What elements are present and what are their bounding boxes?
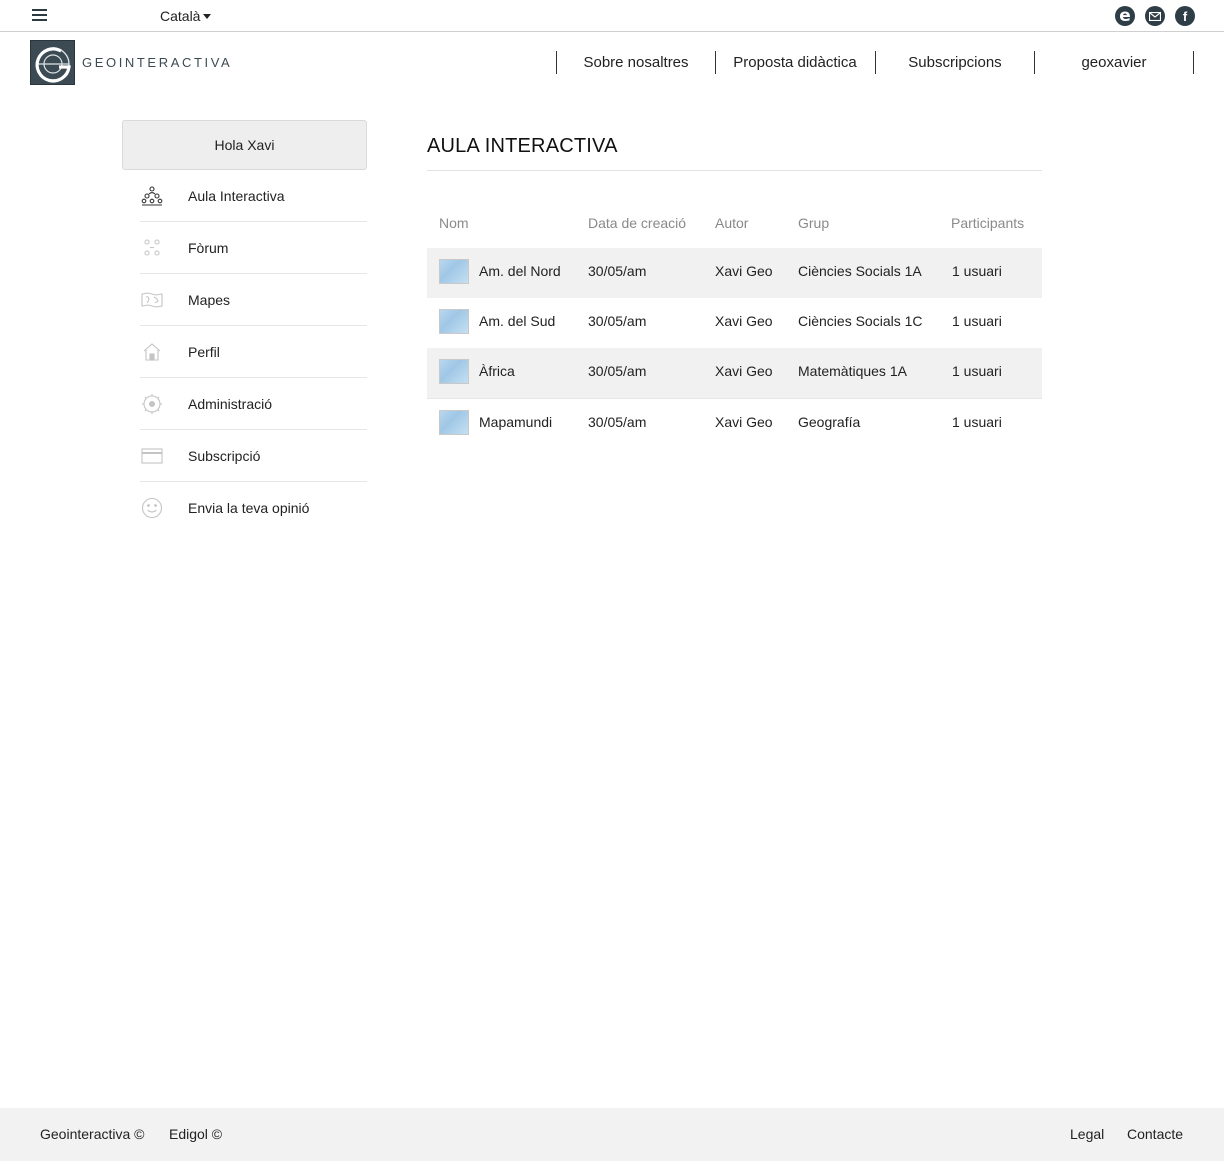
nav-sobre-nosaltres[interactable]: Sobre nosaltres: [557, 54, 715, 71]
sidebar-item-forum[interactable]: Fòrum: [140, 222, 367, 274]
nav-subscripcions[interactable]: Subscripcions: [876, 54, 1034, 71]
home-icon: [140, 340, 164, 364]
table-row[interactable]: Mapamundi 30/05/am Xavi Geo Geografía 1 …: [427, 398, 1042, 448]
column-header-participants[interactable]: Participants: [951, 215, 1024, 231]
column-header-grup[interactable]: Grup: [798, 215, 829, 231]
map-thumbnail: [439, 410, 469, 435]
logo-text: GEOINTERACTIVA: [82, 55, 233, 70]
gear-icon: [140, 392, 164, 416]
map-thumbnail: [439, 259, 469, 284]
table-row[interactable]: Àfrica 30/05/am Xavi Geo Matemàtiques 1A…: [427, 348, 1042, 398]
title-divider: [427, 170, 1042, 171]
sidebar-item-label: Aula Interactiva: [188, 187, 285, 204]
sidebar-item-envia-opinio[interactable]: Envia la teva opinió: [140, 482, 367, 534]
credit-card-icon: [140, 444, 164, 468]
sidebar-item-administracio[interactable]: Administració: [140, 378, 367, 430]
language-label: Català: [160, 8, 201, 24]
footer-contacte-link[interactable]: Contacte: [1127, 1126, 1183, 1142]
row-participants: 1 usuari: [952, 313, 1002, 329]
mail-icon[interactable]: [1145, 6, 1165, 26]
row-group: Geografía: [798, 414, 861, 430]
row-participants: 1 usuari: [952, 414, 1002, 430]
world-map-icon: [140, 288, 164, 312]
facebook-icon[interactable]: f: [1175, 6, 1195, 26]
row-group: Matemàtiques 1A: [798, 363, 907, 379]
sidebar-item-label: Fòrum: [188, 239, 229, 256]
sidebar-item-label: Envia la teva opinió: [188, 500, 310, 516]
greeting-text: Hola Xavi: [214, 137, 275, 153]
row-participants: 1 usuari: [952, 363, 1002, 379]
footer-edigol-link[interactable]: Edigol ©: [169, 1126, 222, 1142]
classroom-icon: [140, 184, 164, 208]
footer-geointeractiva-link[interactable]: Geointeractiva ©: [40, 1126, 144, 1142]
map-thumbnail: [439, 359, 469, 384]
row-author: Xavi Geo: [715, 313, 773, 329]
row-group: Ciències Socials 1C: [798, 313, 923, 329]
sidebar-item-label: Perfil: [188, 343, 220, 360]
forum-icon: [140, 236, 164, 260]
row-name: Àfrica: [479, 363, 515, 379]
row-author: Xavi Geo: [715, 263, 773, 279]
language-selector[interactable]: Català: [160, 8, 212, 24]
brand-logo[interactable]: GEOINTERACTIVA: [30, 40, 232, 85]
sidebar-item-aula-interactiva[interactable]: Aula Interactiva: [140, 170, 367, 222]
smiley-icon: [140, 496, 164, 520]
row-author: Xavi Geo: [715, 363, 773, 379]
row-group: Ciències Socials 1A: [798, 263, 922, 279]
row-name: Mapamundi: [479, 414, 553, 430]
hamburger-menu-icon[interactable]: [32, 9, 47, 22]
row-name: Am. del Nord: [479, 263, 561, 279]
sidebar-item-perfil[interactable]: Perfil: [140, 326, 367, 378]
footer-legal-link[interactable]: Legal: [1070, 1126, 1104, 1142]
footer: Geointeractiva © Edigol © Legal Contacte: [0, 1108, 1224, 1161]
table-row[interactable]: Am. del Nord 30/05/am Xavi Geo Ciències …: [427, 248, 1042, 298]
table-row[interactable]: Am. del Sud 30/05/am Xavi Geo Ciències S…: [427, 298, 1042, 348]
row-date: 30/05/am: [588, 263, 647, 279]
sidebar-item-label: Administració: [188, 395, 273, 412]
sidebar-item-mapes[interactable]: Mapes: [140, 274, 367, 326]
column-header-autor[interactable]: Autor: [715, 215, 748, 231]
nav-separator: [1193, 51, 1194, 74]
sidebar-item-subscripcio[interactable]: Subscripció: [140, 430, 367, 482]
logo-mark-icon: [30, 40, 75, 85]
nav-proposta-didactica[interactable]: Proposta didàctica: [716, 54, 874, 71]
map-thumbnail: [439, 309, 469, 334]
greeting-box: Hola Xavi: [122, 120, 367, 170]
nav-user-account[interactable]: geoxavier: [1035, 54, 1193, 71]
page-title: AULA INTERACTIVA: [427, 135, 618, 157]
edigol-e-icon[interactable]: e: [1115, 6, 1135, 26]
row-name: Am. del Sud: [479, 313, 556, 329]
column-header-data-creacio[interactable]: Data de creació: [588, 215, 686, 231]
sidebar-item-label: Mapes: [188, 291, 231, 308]
caret-down-icon: [203, 14, 212, 19]
row-date: 30/05/am: [588, 363, 647, 379]
column-header-nom[interactable]: Nom: [439, 215, 469, 231]
row-date: 30/05/am: [588, 414, 647, 430]
row-date: 30/05/am: [588, 313, 647, 329]
row-participants: 1 usuari: [952, 263, 1002, 279]
top-bar: Català e f: [0, 0, 1224, 32]
sidebar-item-label: Subscripció: [188, 447, 261, 464]
row-author: Xavi Geo: [715, 414, 773, 430]
